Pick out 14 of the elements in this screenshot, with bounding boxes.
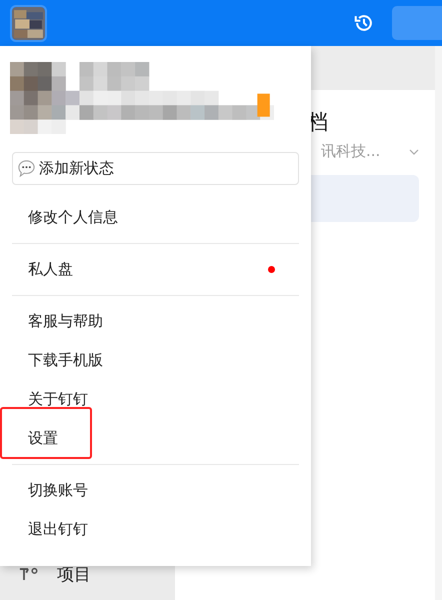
speech-bubble-icon [17,159,36,178]
menu-item[interactable]: 下载手机版 [28,351,103,370]
menu-item[interactable]: 私人盘 [28,260,73,279]
history-icon[interactable] [353,12,375,34]
menu-item[interactable]: 退出钉钉 [28,520,88,539]
menu-item[interactable]: 修改个人信息 [28,208,118,227]
add-status-button[interactable]: 添加新状态 [12,152,299,185]
menu-item[interactable]: 设置 [28,429,58,448]
menu-item[interactable]: 切换账号 [28,481,88,500]
sidebar-item[interactable]: 项目 [57,563,91,586]
chevron-down-icon[interactable] [409,148,419,154]
menu-item[interactable]: 客服与帮助 [28,312,103,331]
project-icon [19,567,39,582]
menu-item[interactable]: 关于钉钉 [28,390,88,409]
